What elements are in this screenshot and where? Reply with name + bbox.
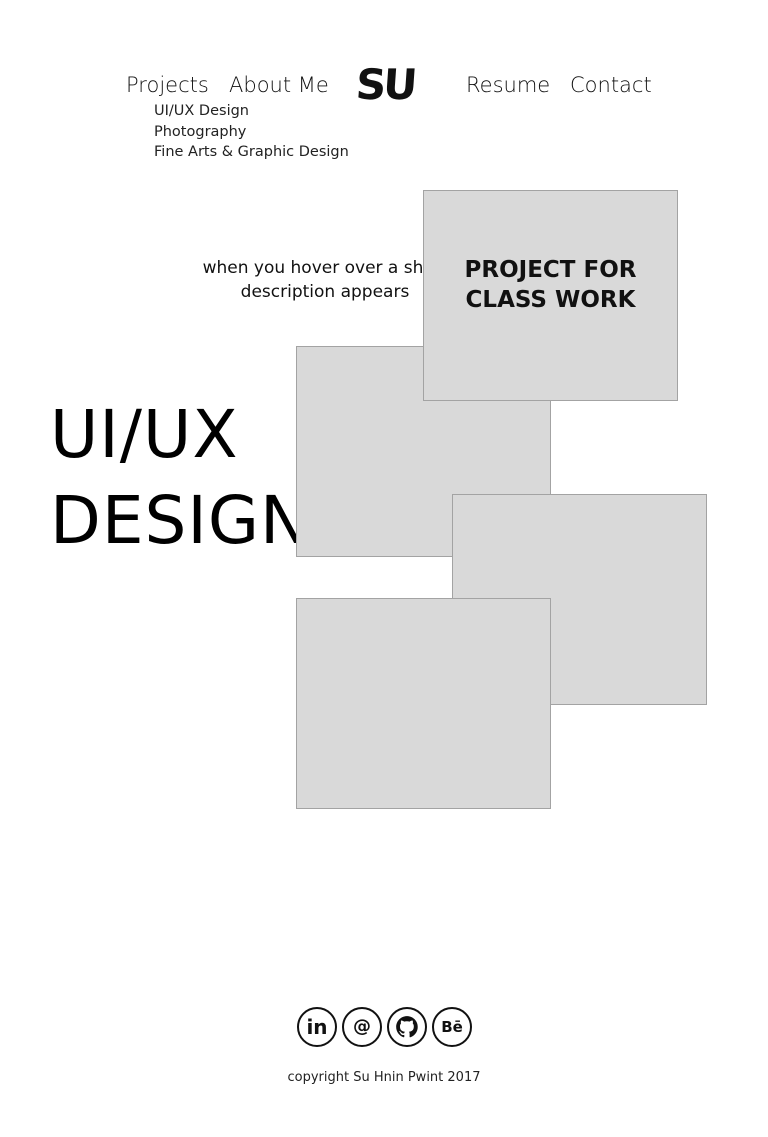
- tile-caption-line1: PROJECT FOR: [464, 257, 637, 283]
- github-octocat-glyph: [396, 1016, 418, 1038]
- linkedin-glyph: in: [306, 1015, 328, 1039]
- hover-description: when you hover over a short description …: [202, 258, 448, 302]
- section-title-line2: DESIGN: [50, 482, 311, 559]
- github-icon[interactable]: [387, 1007, 427, 1047]
- section-title-line1: UI/UX: [50, 396, 239, 473]
- email-icon[interactable]: @: [342, 1007, 382, 1047]
- copyright-text: copyright Su Hnin Pwint 2017: [287, 1070, 481, 1085]
- su-logo[interactable]: SU: [354, 60, 416, 109]
- behance-glyph: Bē: [441, 1017, 463, 1036]
- nav-projects-link[interactable]: Projects: [126, 72, 209, 98]
- section-title: UI/UX DESIGN: [50, 392, 310, 564]
- nav-contact-link[interactable]: Contact: [570, 72, 652, 98]
- email-glyph: @: [353, 1016, 371, 1037]
- project-tile-caption: PROJECT FOR CLASS WORK: [424, 255, 677, 315]
- submenu-item-photography[interactable]: Photography: [154, 122, 349, 143]
- social-links: in @ Bē: [297, 1007, 472, 1047]
- nav-about-link[interactable]: About Me: [229, 72, 329, 98]
- linkedin-icon[interactable]: in: [297, 1007, 337, 1047]
- submenu-item-uiux[interactable]: UI/UX Design: [154, 101, 349, 122]
- submenu-item-fine-arts[interactable]: Fine Arts & Graphic Design: [154, 142, 349, 163]
- nav-resume-link[interactable]: Resume: [466, 72, 550, 98]
- project-tile-1[interactable]: PROJECT FOR CLASS WORK: [423, 190, 678, 401]
- behance-icon[interactable]: Bē: [432, 1007, 472, 1047]
- project-tile-4[interactable]: [296, 598, 551, 809]
- projects-submenu: UI/UX Design Photography Fine Arts & Gra…: [154, 101, 349, 163]
- tile-caption-line2: CLASS WORK: [465, 287, 636, 313]
